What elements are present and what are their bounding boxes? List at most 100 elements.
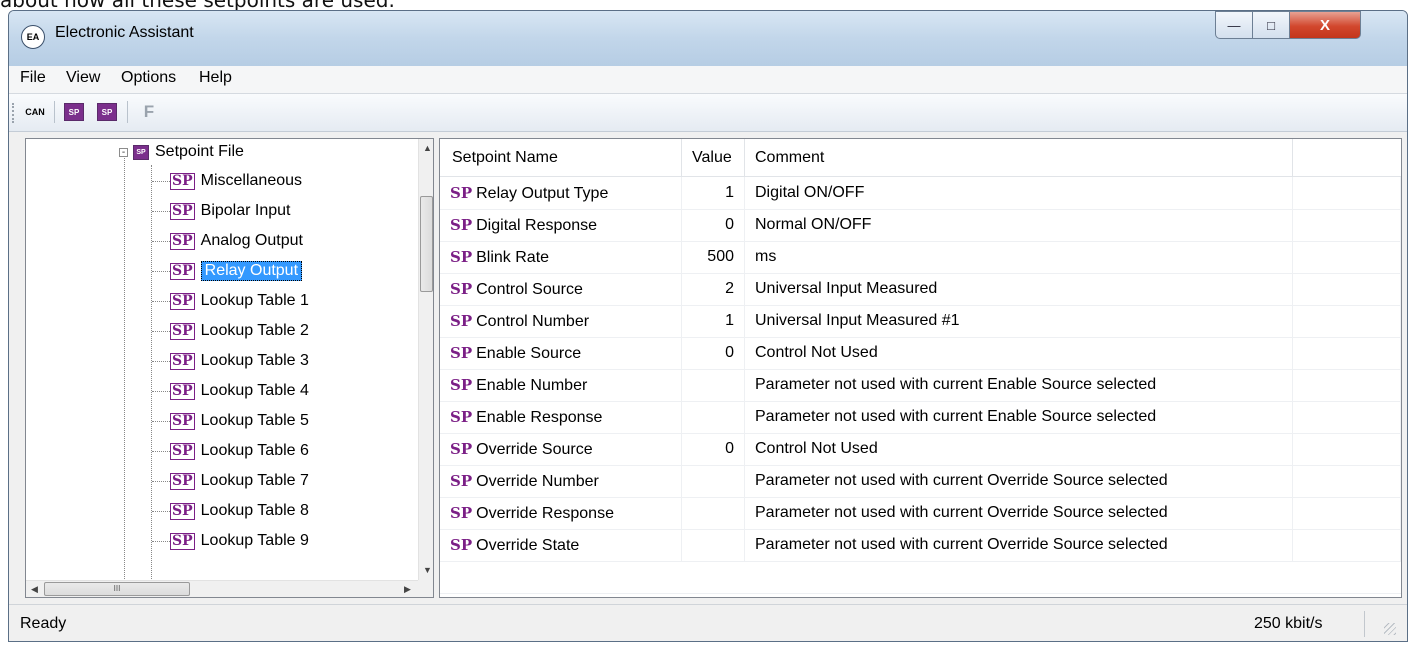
setpoint-name-cell[interactable]: SP Digital Response xyxy=(440,209,682,241)
tree-item[interactable]: SP Lookup Table 1 xyxy=(170,290,309,312)
tree-vertical-scrollbar[interactable]: ▲ ▼ xyxy=(418,139,433,580)
save-setpoint-file-icon: SP xyxy=(97,103,117,121)
setpoint-icon: SP xyxy=(450,184,473,202)
tree-item-label: Relay Output xyxy=(200,261,303,281)
setpoint-value-cell[interactable] xyxy=(682,529,745,561)
table-row[interactable]: SP Enable Response Parameter not used with… xyxy=(440,401,1401,434)
setpoint-name: Override Response xyxy=(476,505,614,522)
setpoint-name-cell[interactable]: SP Relay Output Type xyxy=(440,177,682,209)
tree-item[interactable]: SP Lookup Table 3 xyxy=(170,350,309,372)
maximize-button[interactable]: □ xyxy=(1252,11,1290,39)
collapse-icon[interactable]: - xyxy=(119,148,128,158)
table-row[interactable]: SP Digital Response 0 Normal ON/OFF xyxy=(440,209,1401,242)
setpoint-name-cell[interactable]: SP Control Number xyxy=(440,305,682,337)
tree-item-label: Lookup Table 3 xyxy=(200,352,309,369)
setpoint-name-cell[interactable]: SP Override Source xyxy=(440,433,682,465)
table-row[interactable]: SP Override State Parameter not used with … xyxy=(440,529,1401,562)
setpoint-name: Enable Source xyxy=(476,345,582,362)
tree-connector xyxy=(152,241,170,242)
setpoint-value-cell[interactable] xyxy=(682,369,745,401)
tree-horizontal-scrollbar[interactable]: ◀ III ▶ xyxy=(26,580,418,597)
tree-item-label: Lookup Table 5 xyxy=(200,412,309,429)
column-header-setpoint-name[interactable]: Setpoint Name xyxy=(440,139,682,176)
column-header-empty xyxy=(1293,139,1401,176)
setpoint-name-cell[interactable]: SP Blink Rate xyxy=(440,241,682,273)
table-row[interactable]: SP Override Response Parameter not used wi… xyxy=(440,497,1401,530)
setpoint-value-cell[interactable]: 0 xyxy=(682,337,745,369)
setpoint-name-cell[interactable]: SP Enable Response xyxy=(440,401,682,433)
table-row[interactable]: SP Control Source 2 Universal Input Measure… xyxy=(440,273,1401,306)
tree-item[interactable]: SP Lookup Table 9 xyxy=(170,530,309,552)
setpoint-group-icon: SP xyxy=(170,472,195,490)
empty-cell xyxy=(1293,433,1401,465)
column-header-comment[interactable]: Comment xyxy=(745,139,1293,176)
setpoint-comment-cell: Parameter not used with current Enable S… xyxy=(745,401,1293,433)
tree-item[interactable]: SP Lookup Table 8 xyxy=(170,500,309,522)
setpoint-name-cell[interactable]: SP Enable Source xyxy=(440,337,682,369)
close-button[interactable]: X xyxy=(1289,11,1361,39)
table-row[interactable]: SP Blink Rate 500 ms xyxy=(440,241,1401,274)
can-connect-icon: CAN xyxy=(25,106,45,117)
setpoint-name-cell[interactable]: SP Control Source xyxy=(440,273,682,305)
setpoint-grid: Setpoint Name Value Comment SP Relay Outp… xyxy=(439,138,1402,598)
setpoint-name-cell[interactable]: SP Override State xyxy=(440,529,682,561)
empty-cell xyxy=(1293,209,1401,241)
setpoint-name-cell[interactable]: SP Enable Number xyxy=(440,369,682,401)
setpoint-value-cell[interactable]: 500 xyxy=(682,241,745,273)
open-setpoint-file-button[interactable]: SP xyxy=(62,100,86,124)
tree-item[interactable]: SP Lookup Table 5 xyxy=(170,410,309,432)
setpoint-name: Blink Rate xyxy=(476,249,550,266)
setpoint-value-cell[interactable]: 1 xyxy=(682,177,745,209)
scroll-right-icon[interactable]: ▶ xyxy=(404,584,411,595)
minimize-button[interactable]: — xyxy=(1215,11,1253,39)
setpoint-value-cell[interactable]: 2 xyxy=(682,273,745,305)
menu-view[interactable]: View xyxy=(66,69,100,87)
tree-item[interactable]: SP Relay Output xyxy=(170,260,303,282)
tree-item[interactable]: SP Lookup Table 6 xyxy=(170,440,309,462)
tree-root-setpoint-file[interactable]: SP Setpoint File xyxy=(133,141,244,163)
save-setpoint-file-button[interactable]: SP xyxy=(95,100,119,124)
tree-item[interactable]: SP Analog Output xyxy=(170,230,303,252)
menu-options[interactable]: Options xyxy=(121,69,176,87)
toolbar-grip[interactable] xyxy=(12,103,17,123)
tree-connector xyxy=(152,451,170,452)
menu-file[interactable]: File xyxy=(20,69,46,87)
setpoint-value-cell[interactable]: 1 xyxy=(682,305,745,337)
setpoint-value-cell[interactable] xyxy=(682,465,745,497)
setpoint-name-cell[interactable]: SP Override Response xyxy=(440,497,682,529)
title-bar[interactable]: EA Electronic Assistant — □ X xyxy=(9,11,1407,67)
scroll-down-icon[interactable]: ▼ xyxy=(423,565,432,575)
table-row[interactable]: SP Relay Output Type 1 Digital ON/OFF xyxy=(440,177,1401,210)
empty-cell xyxy=(1293,465,1401,497)
tree-item[interactable]: SP Lookup Table 4 xyxy=(170,380,309,402)
table-row[interactable]: SP Override Number Parameter not used with… xyxy=(440,465,1401,498)
scroll-up-icon[interactable]: ▲ xyxy=(423,143,432,153)
column-header-value[interactable]: Value xyxy=(682,139,745,176)
table-row[interactable]: SP Override Source 0 Control Not Used xyxy=(440,433,1401,466)
resize-grip-icon[interactable] xyxy=(1384,623,1396,635)
tree-item[interactable]: SP Lookup Table 7 xyxy=(170,470,309,492)
flash-button[interactable]: F xyxy=(137,100,161,124)
setpoint-value-cell[interactable]: 0 xyxy=(682,209,745,241)
tree-connector xyxy=(152,481,170,482)
tree-horizontal-scroll-thumb[interactable]: III xyxy=(44,582,190,596)
setpoint-comment-cell: Normal ON/OFF xyxy=(745,209,1293,241)
setpoint-comment-cell: Control Not Used xyxy=(745,337,1293,369)
setpoint-name-cell[interactable]: SP Override Number xyxy=(440,465,682,497)
setpoint-comment-cell: Digital ON/OFF xyxy=(745,177,1293,209)
tree-item[interactable]: SP Bipolar Input xyxy=(170,200,290,222)
setpoint-value-cell[interactable] xyxy=(682,497,745,529)
tree-connector xyxy=(152,331,170,332)
setpoint-value-cell[interactable] xyxy=(682,401,745,433)
menu-help[interactable]: Help xyxy=(199,69,232,87)
scroll-left-icon[interactable]: ◀ xyxy=(31,584,38,595)
can-connect-button[interactable]: CAN xyxy=(23,100,47,124)
tree-vertical-scroll-thumb[interactable] xyxy=(420,196,433,292)
table-row[interactable]: SP Enable Number Parameter not used with c… xyxy=(440,369,1401,402)
setpoint-value-cell[interactable]: 0 xyxy=(682,433,745,465)
tree-item[interactable]: SP Lookup Table 2 xyxy=(170,320,309,342)
table-row[interactable]: SP Enable Source 0 Control Not Used xyxy=(440,337,1401,370)
setpoint-comment-cell: Parameter not used with current Enable S… xyxy=(745,369,1293,401)
tree-item[interactable]: SP Miscellaneous xyxy=(170,170,302,192)
table-row[interactable]: SP Control Number 1 Universal Input Measure… xyxy=(440,305,1401,338)
